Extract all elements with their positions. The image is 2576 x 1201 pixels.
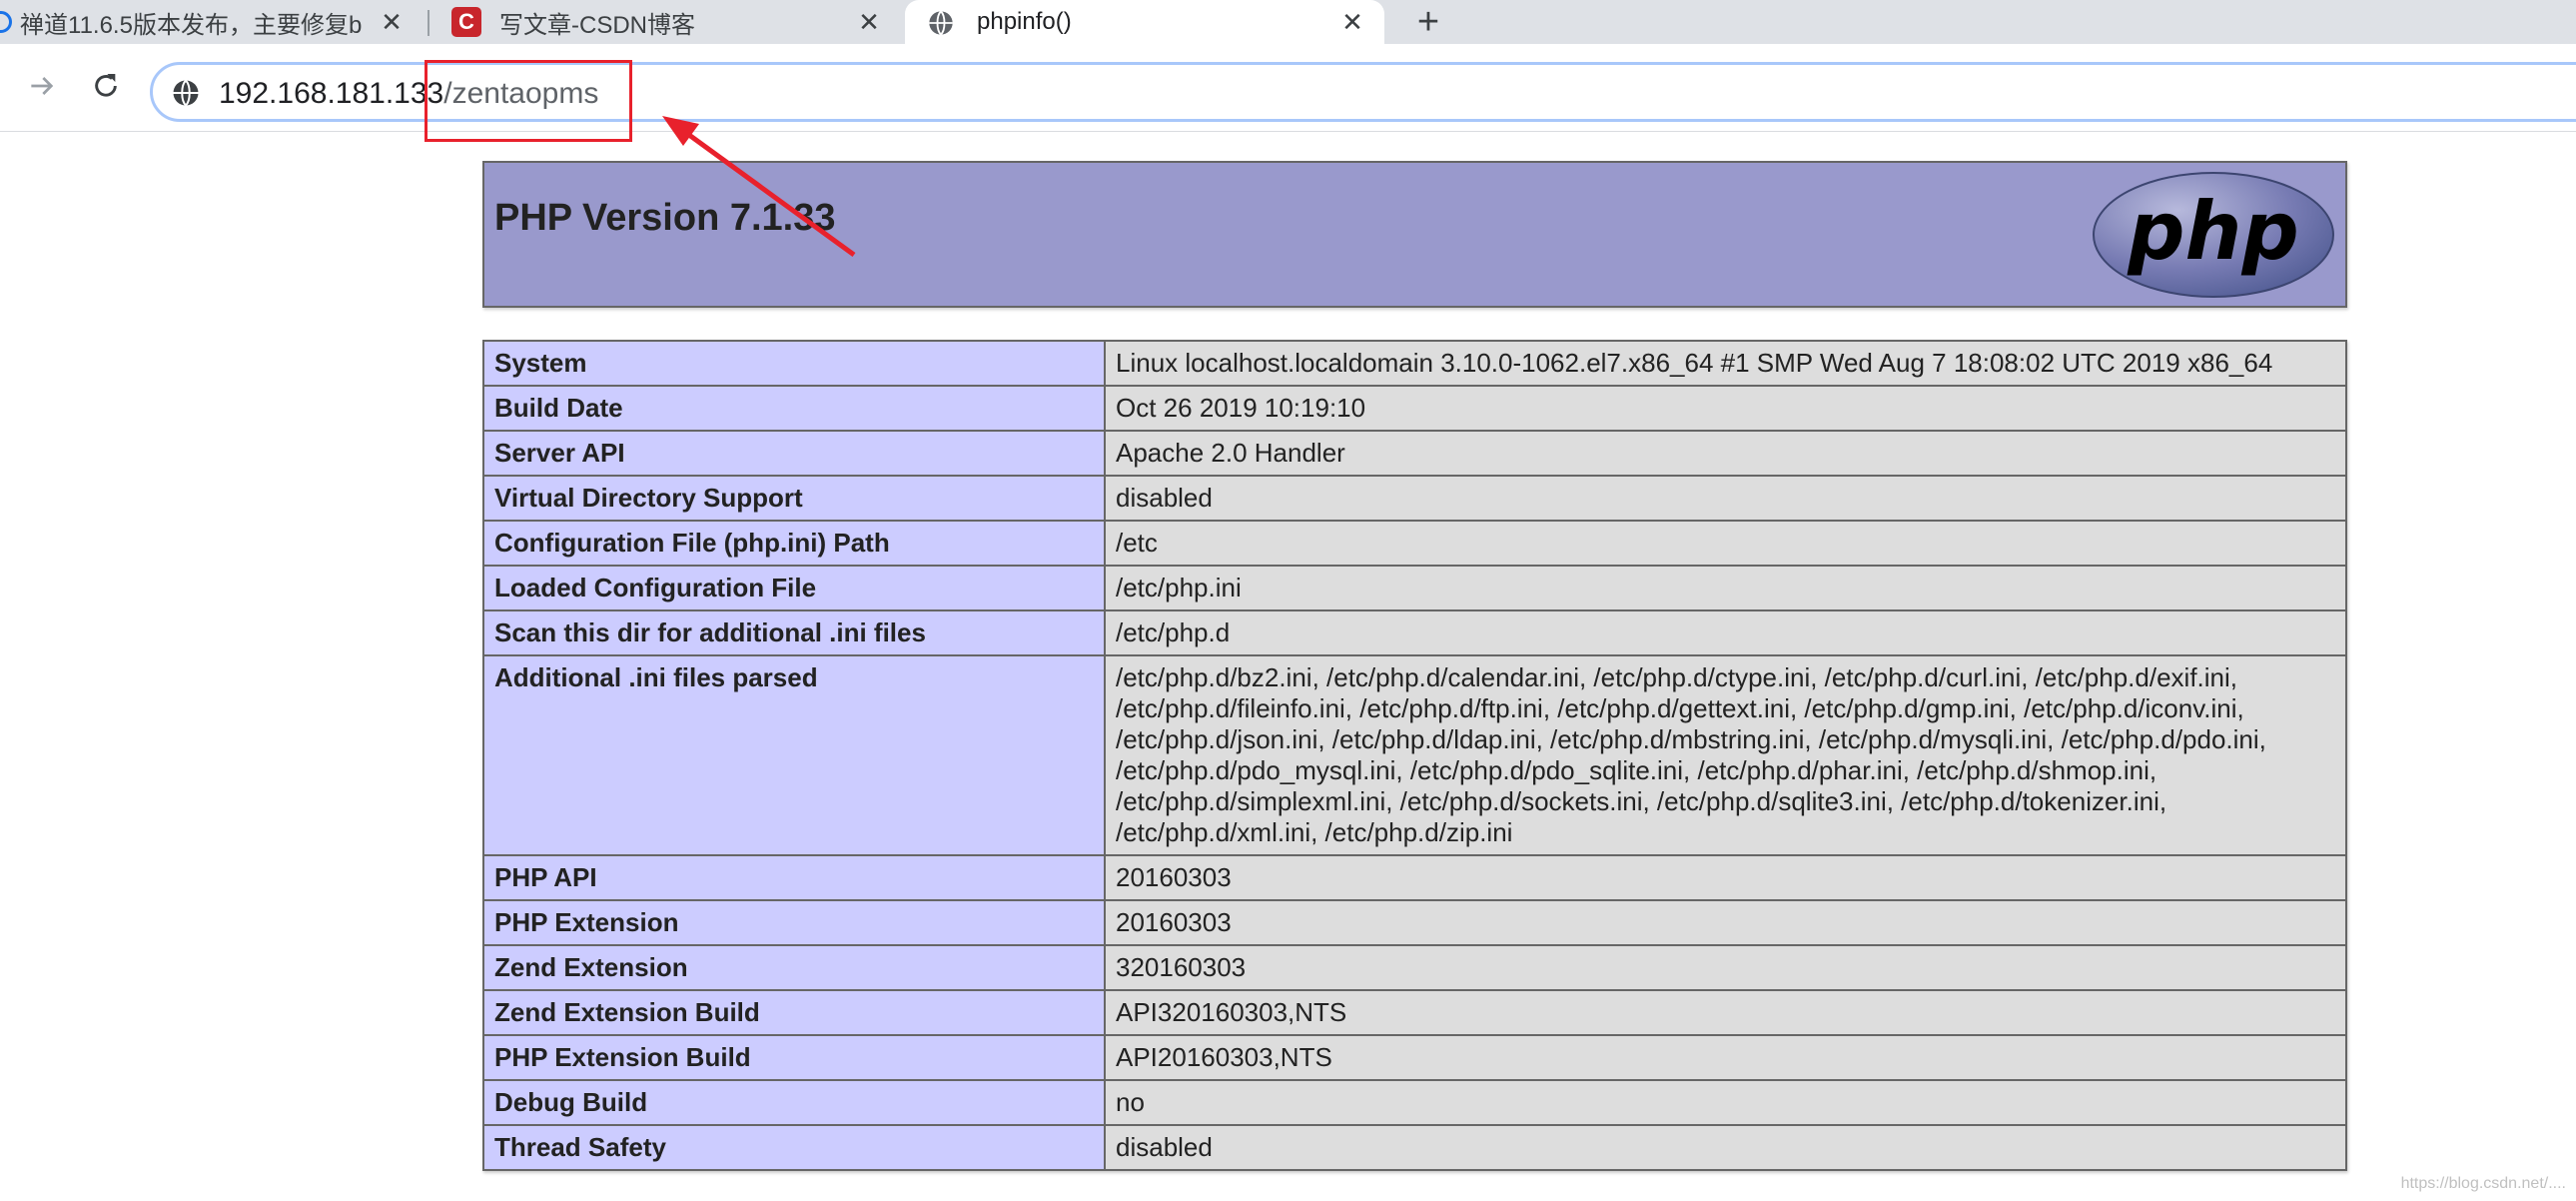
row-value: API20160303,NTS: [1104, 1034, 2347, 1081]
row-value: /etc/php.d/bz2.ini, /etc/php.d/calendar.…: [1104, 654, 2347, 856]
row-key: Build Date: [482, 385, 1106, 432]
table-row: Additional .ini files parsed/etc/php.d/b…: [482, 654, 2347, 856]
watermark: https://blog.csdn.net/....: [2400, 1175, 2566, 1192]
row-key: Loaded Configuration File: [482, 565, 1106, 611]
php-logo-text: php: [2127, 185, 2298, 278]
row-value: 320160303: [1104, 944, 2347, 991]
tab-phpinfo[interactable]: phpinfo() ✕: [905, 0, 1384, 44]
row-value: Apache 2.0 Handler: [1104, 430, 2347, 477]
forward-button[interactable]: [22, 66, 62, 106]
globe-icon: [0, 11, 12, 33]
close-icon[interactable]: ✕: [855, 7, 883, 37]
row-value: disabled: [1104, 1124, 2347, 1171]
row-key: Server API: [482, 430, 1106, 477]
csdn-logo-icon: C: [451, 7, 481, 37]
row-key: PHP Extension Build: [482, 1034, 1106, 1081]
row-key: PHP API: [482, 854, 1106, 901]
row-value: /etc: [1104, 520, 2347, 567]
table-row: System Linux localhost.localdomain 3.10.0…: [482, 340, 2347, 387]
page-title: PHP Version 7.1.33: [494, 197, 836, 239]
browser-toolbar: 192.168.181.133/zentaopms: [0, 44, 2576, 132]
tab-title: 禅道11.6.5版本发布，主要修复b: [20, 11, 363, 39]
row-key: PHP Extension: [482, 899, 1106, 946]
phpinfo-table: System Linux localhost.localdomain 3.10.0…: [482, 340, 2347, 1171]
tab-divider: [428, 10, 429, 36]
reload-button[interactable]: [86, 66, 126, 106]
row-key: Virtual Directory Support: [482, 475, 1106, 522]
table-row: Loaded Configuration File/etc/php.ini: [482, 565, 2347, 611]
row-value: Oct 26 2019 10:19:10: [1104, 385, 2347, 432]
row-value: disabled: [1104, 475, 2347, 522]
row-key: Scan this dir for additional .ini files: [482, 609, 1106, 656]
table-row: Build Date Oct 26 2019 10:19:10: [482, 385, 2347, 432]
table-row: Configuration File (php.ini) Path/etc: [482, 520, 2347, 567]
new-tab-button[interactable]: +: [1410, 1, 1446, 43]
table-row: Scan this dir for additional .ini files /…: [482, 609, 2347, 656]
close-icon[interactable]: ✕: [378, 7, 406, 37]
table-row: Server API Apache 2.0 Handler: [482, 430, 2347, 477]
tab-csdn-write[interactable]: C 写文章-CSDN博客 ✕: [431, 0, 901, 44]
table-row: Thread Safety disabled: [482, 1124, 2347, 1171]
tab-strip: 禅道11.6.5版本发布，主要修复b ✕ C 写文章-CSDN博客 ✕ phpi…: [0, 0, 2576, 44]
tab-title: phpinfo(): [977, 8, 1072, 35]
table-row: Debug Build no: [482, 1079, 2347, 1126]
annotation-highlight-box: [425, 60, 632, 142]
row-value: Linux localhost.localdomain 3.10.0-1062.…: [1104, 340, 2347, 387]
row-value: /etc/php.d: [1104, 609, 2347, 656]
row-value: /etc/php.ini: [1104, 565, 2347, 611]
table-row: PHP API 20160303: [482, 854, 2347, 901]
row-key: Zend Extension Build: [482, 989, 1106, 1036]
url-host: 192.168.181.133: [219, 77, 444, 110]
table-row: PHP Extension Build API20160303,NTS: [482, 1034, 2347, 1081]
phpinfo-header: PHP Version 7.1.33 php: [482, 161, 2347, 308]
row-value: 20160303: [1104, 899, 2347, 946]
table-row: PHP Extension 20160303: [482, 899, 2347, 946]
row-key: Configuration File (php.ini) Path: [482, 520, 1106, 567]
row-value: no: [1104, 1079, 2347, 1126]
row-key: Additional .ini files parsed: [482, 654, 1106, 856]
row-key: Zend Extension: [482, 944, 1106, 991]
row-key: System: [482, 340, 1106, 387]
table-row: Zend Extension Build API320160303,NTS: [482, 989, 2347, 1036]
php-logo: php: [2093, 172, 2334, 298]
row-key: Debug Build: [482, 1079, 1106, 1126]
globe-icon: [929, 10, 953, 36]
tab-title: 写文章-CSDN博客: [499, 11, 695, 39]
row-key: Thread Safety: [482, 1124, 1106, 1171]
table-row: Zend Extension 320160303: [482, 944, 2347, 991]
tab-zentao-release[interactable]: 禅道11.6.5版本发布，主要修复b ✕: [0, 0, 424, 44]
arrow-right-icon: [31, 77, 54, 95]
row-value: API320160303,NTS: [1104, 989, 2347, 1036]
row-value: 20160303: [1104, 854, 2347, 901]
site-info-icon[interactable]: [171, 78, 201, 108]
close-icon[interactable]: ✕: [1338, 7, 1366, 37]
table-row: Virtual Directory Support disabled: [482, 475, 2347, 522]
reload-icon: [95, 74, 117, 97]
